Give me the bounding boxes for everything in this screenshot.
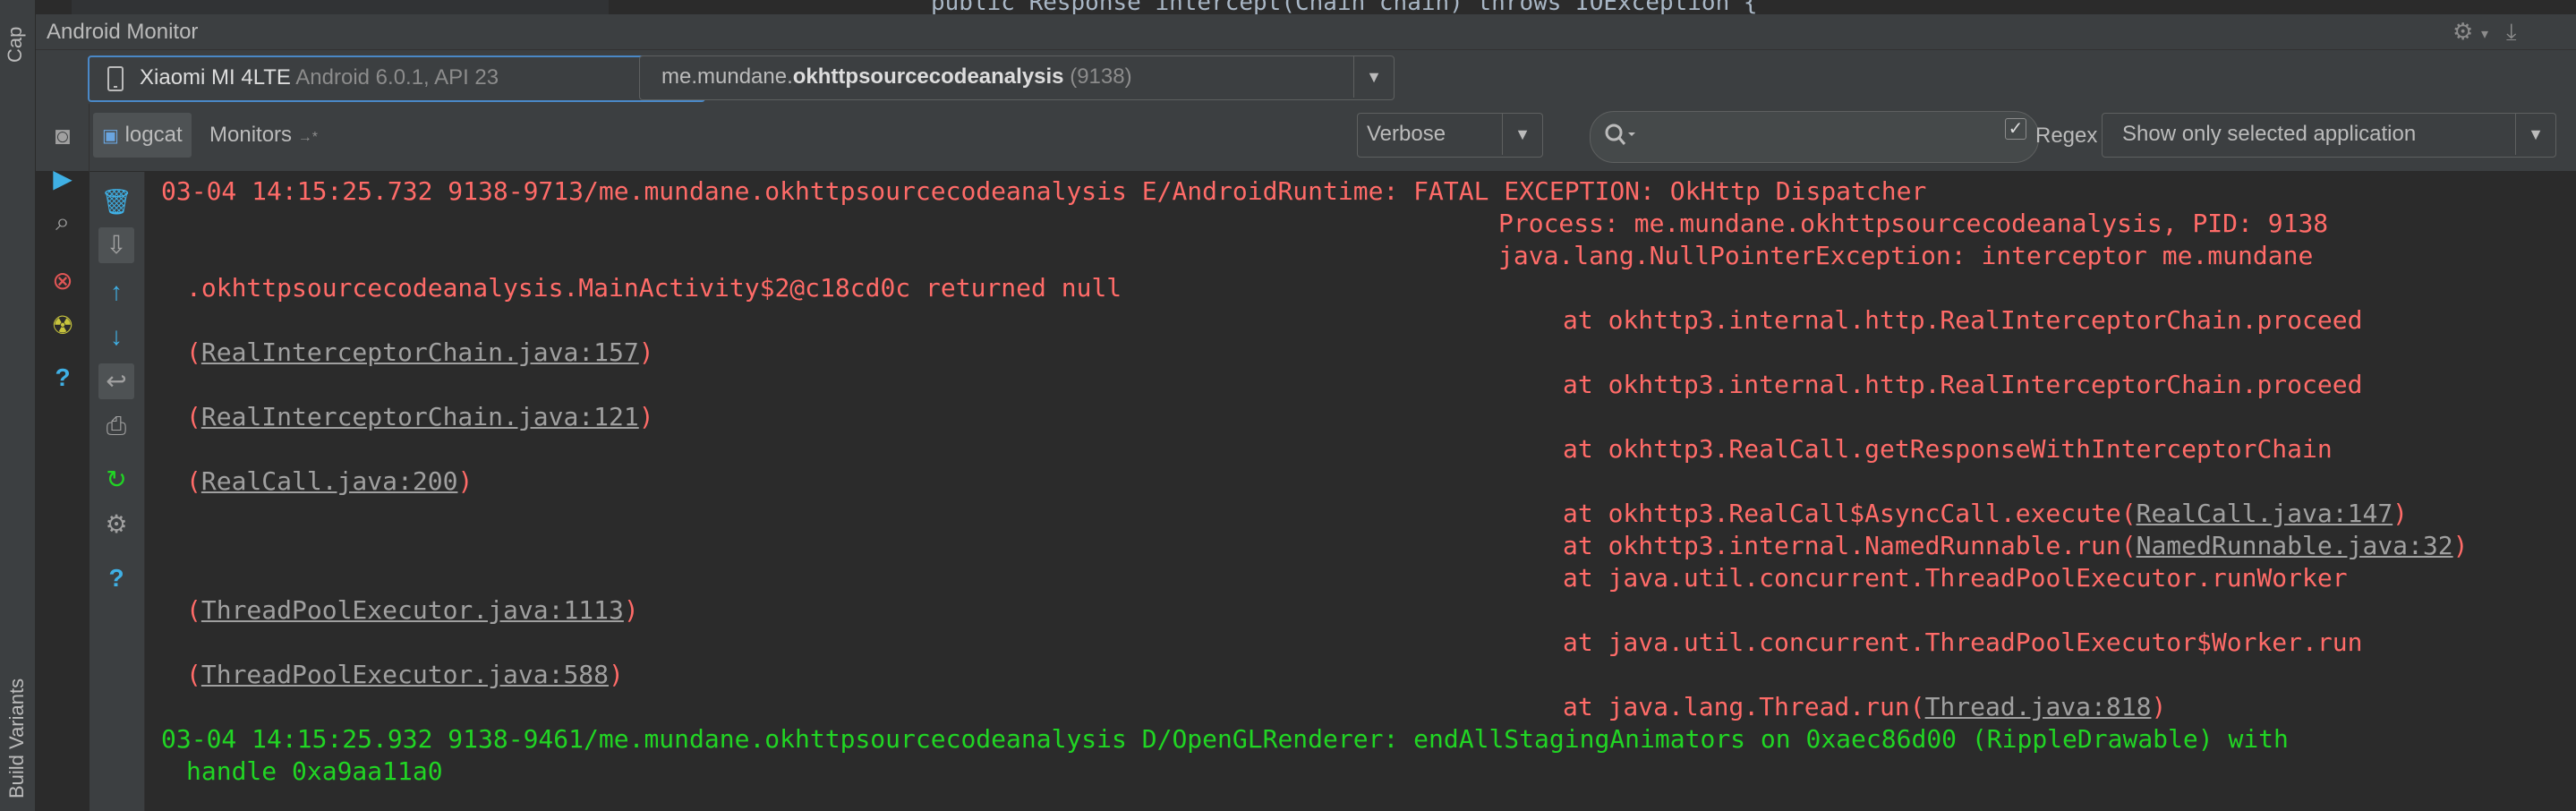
stop-icon[interactable]: ⊗ [45,263,81,299]
search-device-icon[interactable]: ⌕ [45,204,81,240]
log-line: at okhttp3.internal.NamedRunnable.run(Na… [1563,531,2469,560]
settings-icon[interactable]: ⚙ [98,507,134,542]
phone-icon [107,66,124,91]
window-title: Android Monitor [47,20,199,44]
device-detail: Android 6.0.1, API 23 [295,65,499,90]
device-dropdown[interactable]: Xiaomi MI 4LTE Android 6.0.1, API 23 ▼ [88,55,705,102]
search-input[interactable] [1590,111,2039,163]
left-tool-strip: Cap Build Variants [0,0,36,811]
process-pid: (9138) [1070,64,1132,89]
trash-icon[interactable]: 🗑 [98,184,134,220]
filter-value: Show only selected application [2122,122,2417,146]
android-monitor-title-bar: Android Monitor ⚙ ▾ ⤓ [36,14,2576,50]
tab-monitors[interactable]: Monitors →* [200,113,327,158]
regex-label: Regex [2035,124,2098,148]
source-link[interactable]: ThreadPoolExecutor.java:1113 [201,595,624,625]
camera-icon[interactable]: ◙ [45,118,81,154]
chevron-down-icon[interactable]: ▾ [2481,25,2488,43]
log-line: at java.util.concurrent.ThreadPoolExecut… [1563,563,2348,593]
help-icon[interactable]: ? [45,360,81,396]
log-line: 03-04 14:15:25.732 9138-9713/me.mundane.… [161,176,1927,206]
log-line: at java.lang.Thread.run(Thread.java:818) [1563,692,2167,721]
chevron-down-icon[interactable]: ▼ [2515,114,2555,155]
scroll-to-end-icon[interactable]: ⇩ [98,227,134,263]
filter-dropdown[interactable]: Show only selected application ▼ [2102,113,2556,158]
log-level-dropdown[interactable]: Verbose ▼ [1357,113,1543,158]
process-prefix: me.mundane. [661,64,793,89]
source-link[interactable]: RealCall.java:200 [201,466,458,496]
source-link[interactable]: ThreadPoolExecutor.java:588 [201,660,609,689]
editor-peek: public Response intercept(Chain chain) t… [36,0,2576,14]
hide-panel-icon[interactable]: ⤓ [2506,18,2517,47]
search-icon[interactable] [1604,122,1636,149]
log-line: at okhttp3.RealCall$AsyncCall.execute(Re… [1563,499,2409,528]
log-line: at okhttp3.RealCall.getResponseWithInter… [1563,434,2333,464]
device-row: Xiaomi MI 4LTE Android 6.0.1, API 23 ▼ m… [36,50,2576,104]
log-line: (ThreadPoolExecutor.java:588) [186,660,624,689]
up-arrow-icon[interactable]: ↑ [98,274,134,310]
chevron-down-icon[interactable]: ▼ [1353,56,1394,98]
log-line: (RealCall.java:200) [186,466,473,496]
log-line: handle 0xa9aa11a0 [186,756,443,786]
log-line: (ThreadPoolExecutor.java:1113) [186,595,639,625]
help-icon[interactable]: ? [98,560,134,596]
log-line: java.lang.NullPointerException: intercep… [1498,241,2314,270]
regex-checkbox[interactable]: ✓ [2005,118,2026,140]
tab-logcat[interactable]: ▣ logcat [93,113,192,158]
outer-icon-column: ◙ ▶ ⌕ ⊗ ☢ ? [36,104,90,811]
log-line: (RealInterceptorChain.java:121) [186,402,654,431]
down-arrow-icon[interactable]: ↓ [98,319,134,354]
restart-icon[interactable]: ↻ [98,462,134,498]
logcat-toolbar: ▣ logcat Monitors →* Verbose ▼ ✓ Regex S… [36,104,2576,172]
source-link[interactable]: NamedRunnable.java:32 [2137,531,2453,560]
run-icon[interactable]: ▶ [45,161,81,197]
log-line: .okhttpsourcecodeanalysis.MainActivity$2… [186,273,1122,303]
log-line: 03-04 14:15:25.932 9138-9461/me.mundane.… [161,724,2289,754]
logcat-tool-column: 🗑 ⇩ ↑ ↓ ↩ ⎙ ↻ ⚙ ? [90,172,145,811]
source-link[interactable]: RealInterceptorChain.java:121 [201,402,639,431]
android-icon: ▣ [102,126,119,146]
source-link[interactable]: Thread.java:818 [1925,692,2152,721]
log-line: at java.util.concurrent.ThreadPoolExecut… [1563,627,2363,657]
process-dropdown[interactable]: me.mundane.okhttpsourcecodeanalysis (913… [639,55,1395,100]
logcat-output[interactable]: 03-04 14:15:25.732 9138-9713/me.mundane.… [145,172,2576,811]
source-link[interactable]: RealCall.java:147 [2137,499,2393,528]
build-variants-tab[interactable]: Build Variants [5,679,29,798]
device-name: Xiaomi MI 4LTE [140,65,291,90]
soft-wrap-icon[interactable]: ↩ [98,363,134,399]
editor-gutter [72,0,609,14]
log-line: at okhttp3.internal.http.RealInterceptor… [1563,370,2363,399]
captures-tab[interactable]: Cap [4,27,27,63]
log-line: Process: me.mundane.okhttpsourcecodeanal… [1498,209,2329,238]
log-line: at okhttp3.internal.http.RealInterceptor… [1563,305,2363,335]
print-icon[interactable]: ⎙ [98,408,134,444]
debug-icon[interactable]: ☢ [45,308,81,344]
gear-icon[interactable]: ⚙ [2452,18,2473,46]
process-name: okhttpsourcecodeanalysis [792,64,1064,89]
log-level-value: Verbose [1367,122,1446,146]
source-link[interactable]: RealInterceptorChain.java:157 [201,337,639,367]
pin-icon: →* [297,130,318,145]
log-line: (RealInterceptorChain.java:157) [186,337,654,367]
chevron-down-icon[interactable]: ▼ [1502,114,1542,155]
editor-code-line: public Response intercept(Chain chain) t… [931,0,1758,14]
